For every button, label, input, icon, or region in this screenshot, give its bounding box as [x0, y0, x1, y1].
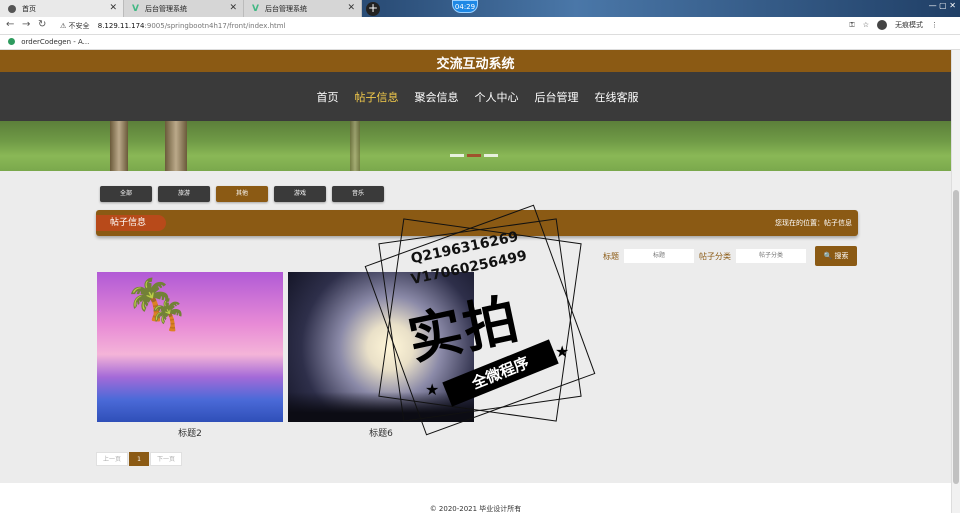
- post-title[interactable]: 标题2: [97, 426, 283, 439]
- category-label: 帖子分类: [699, 251, 731, 261]
- title-search-input[interactable]: [624, 249, 694, 263]
- banner-dot[interactable]: [467, 154, 481, 157]
- bookmark-item[interactable]: orderCodegen - A...: [8, 38, 89, 46]
- nav-item-posts[interactable]: 帖子信息: [355, 89, 399, 105]
- section-header: 帖子信息 您现在的位置：帖子信息: [96, 210, 858, 236]
- globe-icon: [8, 4, 16, 13]
- category-search-input[interactable]: [736, 249, 806, 263]
- search-form: 标题 帖子分类 🔍 搜索: [603, 246, 857, 266]
- category-other[interactable]: 其他: [216, 186, 268, 202]
- page-content: 交流互动系统 首页 帖子信息 聚会信息 个人中心 后台管理 在线客服 全部 旅游…: [0, 50, 951, 513]
- browser-tab-bar: 首页 ✕ V 后台管理系统 ✕ V 后台管理系统 ✕ + 04:29 — ▢ ✕: [0, 0, 960, 17]
- url-path: :9005/springbootn4h17/front/index.html: [144, 22, 286, 30]
- nav-item-home[interactable]: 首页: [317, 89, 339, 105]
- nav-item-support[interactable]: 在线客服: [595, 89, 639, 105]
- search-button[interactable]: 🔍 搜索: [815, 246, 857, 266]
- address-bar: ← → ↻ ⚠ 不安全 8.129.11.174:9005/springboot…: [0, 17, 960, 35]
- url-field[interactable]: ⚠ 不安全 8.129.11.174:9005/springbootn4h17/…: [60, 21, 286, 31]
- browser-tab-admin-2[interactable]: V 后台管理系统 ✕: [244, 0, 362, 17]
- banner-dot[interactable]: [484, 154, 498, 157]
- banner-dot[interactable]: [450, 154, 464, 157]
- banner-pagination: [450, 154, 498, 157]
- vue-icon: V: [252, 3, 259, 14]
- hero-banner: [0, 121, 951, 171]
- banner-tree-trunk: [165, 121, 187, 171]
- bookmark-icon: [8, 38, 15, 45]
- category-music[interactable]: 音乐: [332, 186, 384, 202]
- incognito-icon: [877, 20, 887, 30]
- tab-title: 首页: [22, 4, 36, 13]
- category-games[interactable]: 游戏: [274, 186, 326, 202]
- grass-silhouette: [288, 392, 474, 422]
- site-header: 交流互动系统: [0, 50, 951, 72]
- nav-item-admin[interactable]: 后台管理: [535, 89, 579, 105]
- site-title: 交流互动系统: [436, 57, 515, 72]
- close-icon[interactable]: ✕: [109, 3, 117, 13]
- breadcrumb: 您现在的位置：帖子信息: [775, 219, 852, 227]
- close-icon[interactable]: ✕: [347, 3, 355, 13]
- page-number-button[interactable]: 1: [129, 452, 149, 466]
- forward-icon[interactable]: →: [22, 19, 30, 30]
- bookmarks-bar: orderCodegen - A...: [0, 35, 960, 50]
- reload-icon[interactable]: ↻: [38, 19, 46, 30]
- page-scrollbar[interactable]: [951, 50, 960, 513]
- star-icon[interactable]: ☆: [863, 21, 869, 29]
- main-nav: 首页 帖子信息 聚会信息 个人中心 后台管理 在线客服: [0, 72, 951, 121]
- category-travel[interactable]: 旅游: [158, 186, 210, 202]
- star-icon: ★: [555, 342, 570, 361]
- copyright: © 2020-2021 毕业设计所有: [429, 505, 522, 513]
- post-thumbnail[interactable]: 🌴 🌴: [97, 272, 283, 422]
- category-filter: 全部 旅游 其他 游戏 音乐: [100, 186, 384, 202]
- banner-tree-trunk: [350, 121, 360, 171]
- next-page-button[interactable]: 下一页: [150, 452, 182, 466]
- tab-title: 后台管理系统: [144, 4, 187, 13]
- post-list: 🌴 🌴 标题2 标题6: [97, 272, 474, 439]
- pagination: 上一页 1 下一页: [96, 452, 182, 466]
- nav-item-gatherings[interactable]: 聚会信息: [415, 89, 459, 105]
- browser-tab-admin-1[interactable]: V 后台管理系统 ✕: [124, 0, 244, 17]
- prev-page-button[interactable]: 上一页: [96, 452, 128, 466]
- post-card[interactable]: 标题6: [288, 272, 474, 439]
- banner-tree-trunk: [110, 121, 128, 171]
- post-title[interactable]: 标题6: [288, 426, 474, 439]
- address-bar-actions: ⚿ ☆ 无痕模式 ⋮: [849, 20, 938, 30]
- scroll-thumb[interactable]: [953, 190, 959, 484]
- url-host: 8.129.11.174: [97, 22, 145, 30]
- close-icon[interactable]: ✕: [229, 3, 237, 13]
- back-icon[interactable]: ←: [6, 19, 14, 30]
- post-card[interactable]: 🌴 🌴 标题2: [97, 272, 283, 439]
- palm-tree-icon: 🌴: [149, 298, 187, 333]
- insecure-warning[interactable]: ⚠ 不安全: [60, 22, 90, 30]
- title-label: 标题: [603, 251, 619, 261]
- tab-title: 后台管理系统: [264, 4, 307, 13]
- new-tab-button[interactable]: +: [366, 2, 380, 16]
- search-icon: 🔍: [823, 252, 833, 260]
- post-thumbnail[interactable]: [288, 272, 474, 422]
- section-title: 帖子信息: [96, 215, 166, 231]
- browser-tab-home[interactable]: 首页 ✕: [0, 0, 124, 17]
- key-icon[interactable]: ⚿: [849, 21, 854, 30]
- category-all[interactable]: 全部: [100, 186, 152, 202]
- vue-icon: V: [132, 3, 139, 14]
- incognito-label[interactable]: 无痕模式: [895, 20, 923, 30]
- window-controls[interactable]: — ▢ ✕: [929, 1, 956, 10]
- footer: © 2020-2021 毕业设计所有: [0, 483, 951, 513]
- nav-item-profile[interactable]: 个人中心: [475, 89, 519, 105]
- recording-timer: 04:29: [452, 0, 478, 13]
- menu-icon[interactable]: ⋮: [931, 21, 938, 29]
